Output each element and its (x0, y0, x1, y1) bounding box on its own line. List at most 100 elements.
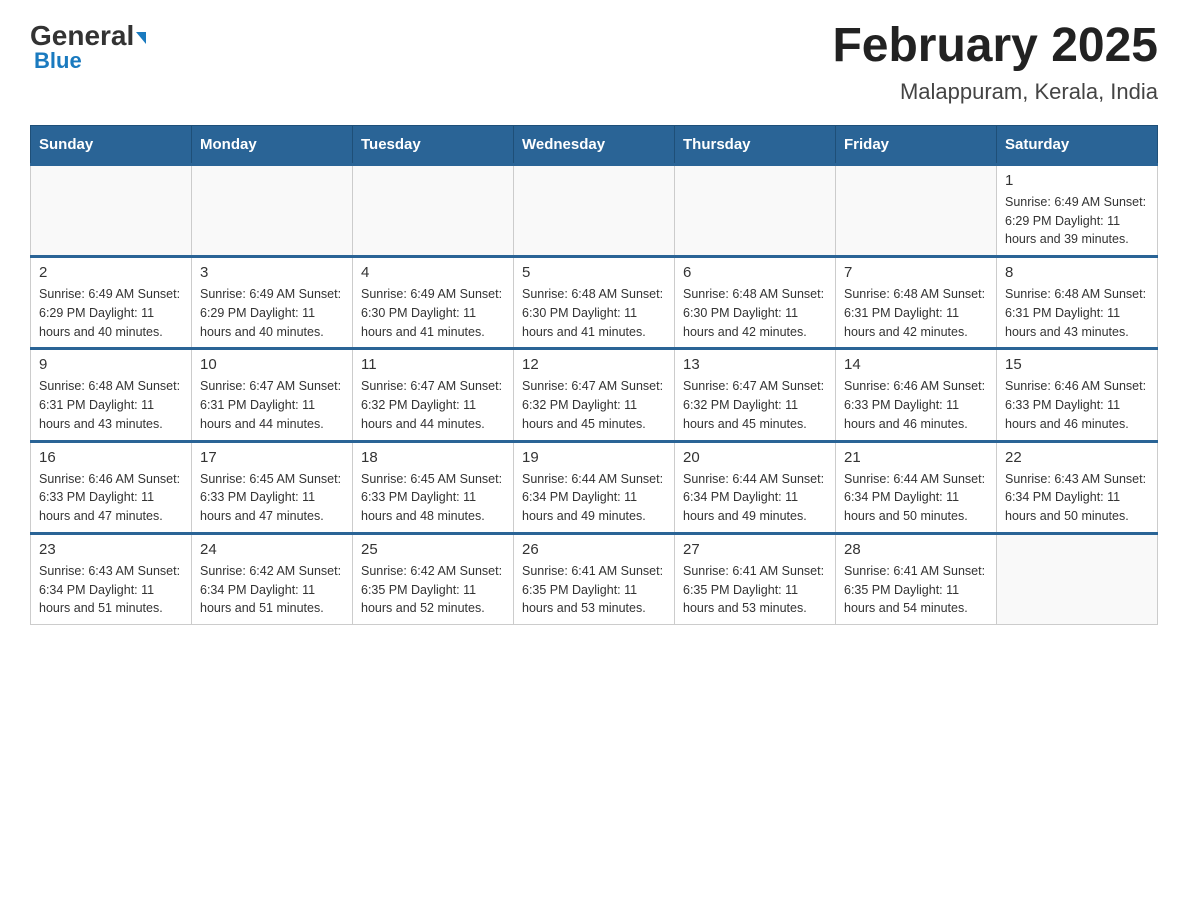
day-number: 6 (683, 264, 827, 281)
calendar-week-row: 9 Sunrise: 6:48 AM Sunset: 6:31 PM Daylig… (31, 349, 1158, 441)
day-number: 27 (683, 541, 827, 558)
calendar-week-row: 16 Sunrise: 6:46 AM Sunset: 6:33 PM Dayli… (31, 441, 1158, 533)
title-block: February 2025 Malappuram, Kerala, India (832, 20, 1158, 105)
col-friday: Friday (836, 125, 997, 164)
table-row: 25 Sunrise: 6:42 AM Sunset: 6:35 PM Dayli… (353, 533, 514, 624)
day-info: Sunrise: 6:46 AM Sunset: 6:33 PM Dayligh… (844, 377, 988, 433)
day-info: Sunrise: 6:45 AM Sunset: 6:33 PM Dayligh… (200, 470, 344, 526)
table-row: 14 Sunrise: 6:46 AM Sunset: 6:33 PM Dayli… (836, 349, 997, 441)
logo-blue-text: Blue (34, 48, 82, 74)
calendar-week-row: 1 Sunrise: 6:49 AM Sunset: 6:29 PM Daylig… (31, 164, 1158, 256)
day-number: 15 (1005, 356, 1149, 373)
day-info: Sunrise: 6:41 AM Sunset: 6:35 PM Dayligh… (522, 562, 666, 618)
day-info: Sunrise: 6:49 AM Sunset: 6:29 PM Dayligh… (200, 285, 344, 341)
calendar-week-row: 2 Sunrise: 6:49 AM Sunset: 6:29 PM Daylig… (31, 257, 1158, 349)
day-number: 3 (200, 264, 344, 281)
table-row: 12Sunrise: 6:47 AM Sunset: 6:32 PM Dayli… (514, 349, 675, 441)
calendar-subtitle: Malappuram, Kerala, India (832, 79, 1158, 105)
day-number: 14 (844, 356, 988, 373)
page-header: General Blue February 2025 Malappuram, K… (30, 20, 1158, 105)
table-row: 17 Sunrise: 6:45 AM Sunset: 6:33 PM Dayli… (192, 441, 353, 533)
day-info: Sunrise: 6:46 AM Sunset: 6:33 PM Dayligh… (39, 470, 183, 526)
day-number: 5 (522, 264, 666, 281)
day-info: Sunrise: 6:44 AM Sunset: 6:34 PM Dayligh… (844, 470, 988, 526)
day-number: 24 (200, 541, 344, 558)
day-info: Sunrise: 6:44 AM Sunset: 6:34 PM Dayligh… (522, 470, 666, 526)
day-info: Sunrise: 6:47 AM Sunset: 6:32 PM Dayligh… (683, 377, 827, 433)
day-info: Sunrise: 6:42 AM Sunset: 6:34 PM Dayligh… (200, 562, 344, 618)
col-thursday: Thursday (675, 125, 836, 164)
table-row: 3 Sunrise: 6:49 AM Sunset: 6:29 PM Daylig… (192, 257, 353, 349)
table-row: 21 Sunrise: 6:44 AM Sunset: 6:34 PM Dayli… (836, 441, 997, 533)
table-row: 9 Sunrise: 6:48 AM Sunset: 6:31 PM Daylig… (31, 349, 192, 441)
table-row: 5Sunrise: 6:48 AM Sunset: 6:30 PM Daylig… (514, 257, 675, 349)
calendar-header-row: Sunday Monday Tuesday Wednesday Thursday… (31, 125, 1158, 164)
day-number: 2 (39, 264, 183, 281)
table-row: 2 Sunrise: 6:49 AM Sunset: 6:29 PM Daylig… (31, 257, 192, 349)
day-number: 21 (844, 449, 988, 466)
table-row: 20 Sunrise: 6:44 AM Sunset: 6:34 PM Dayli… (675, 441, 836, 533)
day-info: Sunrise: 6:48 AM Sunset: 6:31 PM Dayligh… (844, 285, 988, 341)
day-info: Sunrise: 6:44 AM Sunset: 6:34 PM Dayligh… (683, 470, 827, 526)
day-info: Sunrise: 6:47 AM Sunset: 6:32 PM Dayligh… (361, 377, 505, 433)
day-info: Sunrise: 6:48 AM Sunset: 6:31 PM Dayligh… (39, 377, 183, 433)
col-tuesday: Tuesday (353, 125, 514, 164)
day-info: Sunrise: 6:43 AM Sunset: 6:34 PM Dayligh… (1005, 470, 1149, 526)
day-number: 28 (844, 541, 988, 558)
table-row: 27 Sunrise: 6:41 AM Sunset: 6:35 PM Dayli… (675, 533, 836, 624)
day-number: 19 (522, 449, 666, 466)
col-wednesday: Wednesday (514, 125, 675, 164)
day-info: Sunrise: 6:49 AM Sunset: 6:29 PM Dayligh… (1005, 193, 1149, 249)
table-row: 8 Sunrise: 6:48 AM Sunset: 6:31 PM Daylig… (997, 257, 1158, 349)
table-row (997, 533, 1158, 624)
day-info: Sunrise: 6:47 AM Sunset: 6:31 PM Dayligh… (200, 377, 344, 433)
day-number: 22 (1005, 449, 1149, 466)
table-row: 19 Sunrise: 6:44 AM Sunset: 6:34 PM Dayli… (514, 441, 675, 533)
col-monday: Monday (192, 125, 353, 164)
logo: General Blue (30, 20, 146, 74)
table-row: 18Sunrise: 6:45 AM Sunset: 6:33 PM Dayli… (353, 441, 514, 533)
day-number: 9 (39, 356, 183, 373)
day-info: Sunrise: 6:41 AM Sunset: 6:35 PM Dayligh… (683, 562, 827, 618)
day-info: Sunrise: 6:41 AM Sunset: 6:35 PM Dayligh… (844, 562, 988, 618)
table-row (353, 164, 514, 256)
day-number: 17 (200, 449, 344, 466)
day-info: Sunrise: 6:43 AM Sunset: 6:34 PM Dayligh… (39, 562, 183, 618)
table-row: 7 Sunrise: 6:48 AM Sunset: 6:31 PM Daylig… (836, 257, 997, 349)
day-info: Sunrise: 6:48 AM Sunset: 6:30 PM Dayligh… (683, 285, 827, 341)
day-number: 12 (522, 356, 666, 373)
calendar-week-row: 23 Sunrise: 6:43 AM Sunset: 6:34 PM Dayli… (31, 533, 1158, 624)
table-row (192, 164, 353, 256)
col-saturday: Saturday (997, 125, 1158, 164)
table-row: 28 Sunrise: 6:41 AM Sunset: 6:35 PM Dayli… (836, 533, 997, 624)
table-row: 11 Sunrise: 6:47 AM Sunset: 6:32 PM Dayli… (353, 349, 514, 441)
day-number: 16 (39, 449, 183, 466)
day-number: 7 (844, 264, 988, 281)
day-number: 11 (361, 356, 505, 373)
day-info: Sunrise: 6:49 AM Sunset: 6:29 PM Dayligh… (39, 285, 183, 341)
table-row: 24 Sunrise: 6:42 AM Sunset: 6:34 PM Dayli… (192, 533, 353, 624)
day-number: 8 (1005, 264, 1149, 281)
calendar-table: Sunday Monday Tuesday Wednesday Thursday… (30, 125, 1158, 625)
day-number: 23 (39, 541, 183, 558)
day-info: Sunrise: 6:42 AM Sunset: 6:35 PM Dayligh… (361, 562, 505, 618)
day-number: 25 (361, 541, 505, 558)
logo-arrow-icon (136, 32, 146, 44)
day-info: Sunrise: 6:46 AM Sunset: 6:33 PM Dayligh… (1005, 377, 1149, 433)
table-row: 10Sunrise: 6:47 AM Sunset: 6:31 PM Dayli… (192, 349, 353, 441)
day-number: 1 (1005, 172, 1149, 189)
table-row: 4Sunrise: 6:49 AM Sunset: 6:30 PM Daylig… (353, 257, 514, 349)
table-row: 23 Sunrise: 6:43 AM Sunset: 6:34 PM Dayli… (31, 533, 192, 624)
table-row: 6 Sunrise: 6:48 AM Sunset: 6:30 PM Daylig… (675, 257, 836, 349)
day-info: Sunrise: 6:49 AM Sunset: 6:30 PM Dayligh… (361, 285, 505, 341)
table-row: 26 Sunrise: 6:41 AM Sunset: 6:35 PM Dayli… (514, 533, 675, 624)
table-row: 22 Sunrise: 6:43 AM Sunset: 6:34 PM Dayli… (997, 441, 1158, 533)
day-number: 26 (522, 541, 666, 558)
day-number: 18 (361, 449, 505, 466)
day-number: 13 (683, 356, 827, 373)
table-row (836, 164, 997, 256)
col-sunday: Sunday (31, 125, 192, 164)
day-number: 20 (683, 449, 827, 466)
day-info: Sunrise: 6:48 AM Sunset: 6:31 PM Dayligh… (1005, 285, 1149, 341)
table-row (31, 164, 192, 256)
